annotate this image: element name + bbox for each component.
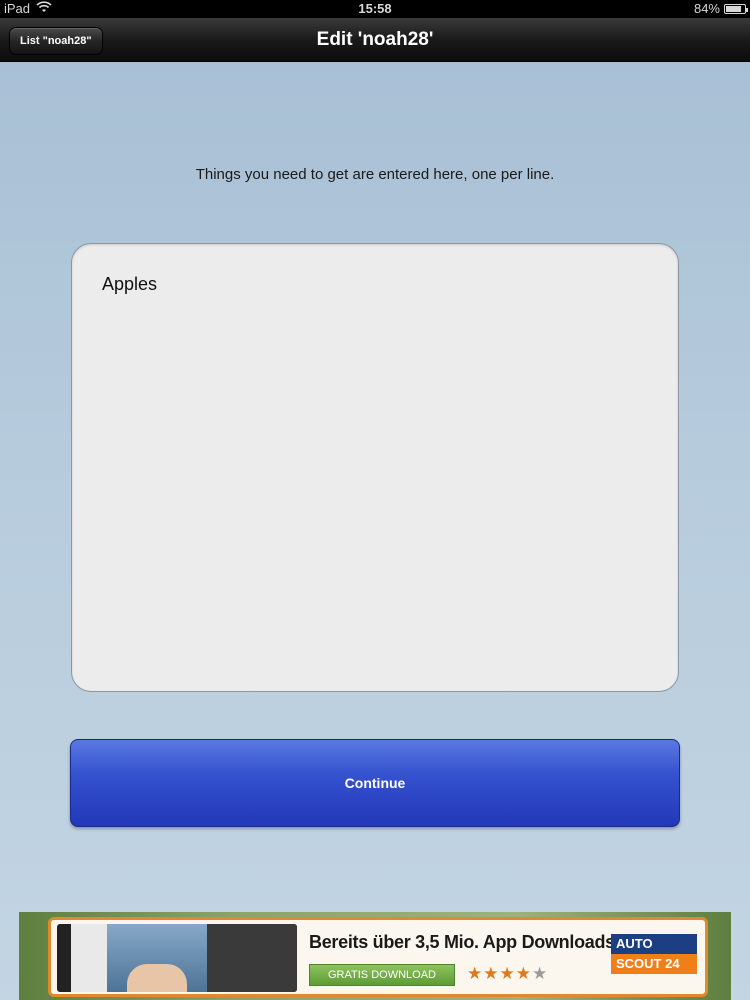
star-icon: ★ bbox=[467, 964, 484, 983]
status-time: 15:58 bbox=[358, 1, 392, 16]
status-bar: iPad 15:58 84% bbox=[0, 0, 750, 18]
star-icon: ★ bbox=[499, 964, 516, 983]
continue-button[interactable]: Continue bbox=[70, 739, 680, 827]
star-icon: ★ bbox=[515, 964, 532, 983]
battery-icon bbox=[724, 3, 748, 14]
ad-logo-line2: SCOUT 24 bbox=[611, 954, 697, 974]
ad-headline: Bereits über 3,5 Mio. App Downloads bbox=[309, 932, 615, 952]
ad-banner[interactable]: Bereits über 3,5 Mio. App Downloads GRAT… bbox=[19, 912, 731, 1000]
ad-device-image bbox=[57, 924, 297, 992]
navigation-bar: Edit 'noah28' List "noah28" bbox=[0, 18, 750, 62]
back-button[interactable]: List "noah28" bbox=[9, 27, 103, 55]
star-icon: ★ bbox=[483, 964, 500, 983]
list-items-textarea[interactable] bbox=[71, 243, 679, 692]
status-right: 84% bbox=[693, 1, 748, 16]
ad-rating-stars: ★★★★★ bbox=[467, 964, 548, 984]
battery-percent: 84% bbox=[693, 1, 720, 16]
ad-download-button[interactable]: GRATIS DOWNLOAD bbox=[309, 964, 455, 986]
star-icon: ★ bbox=[532, 964, 549, 983]
page-title: Edit 'noah28' bbox=[316, 29, 434, 50]
ad-logo-line1: AUTO bbox=[611, 934, 697, 954]
instructions-text: Things you need to get are entered here,… bbox=[195, 166, 555, 183]
ad-content[interactable]: Bereits über 3,5 Mio. App Downloads GRAT… bbox=[48, 917, 708, 997]
battery-fill bbox=[726, 5, 742, 12]
